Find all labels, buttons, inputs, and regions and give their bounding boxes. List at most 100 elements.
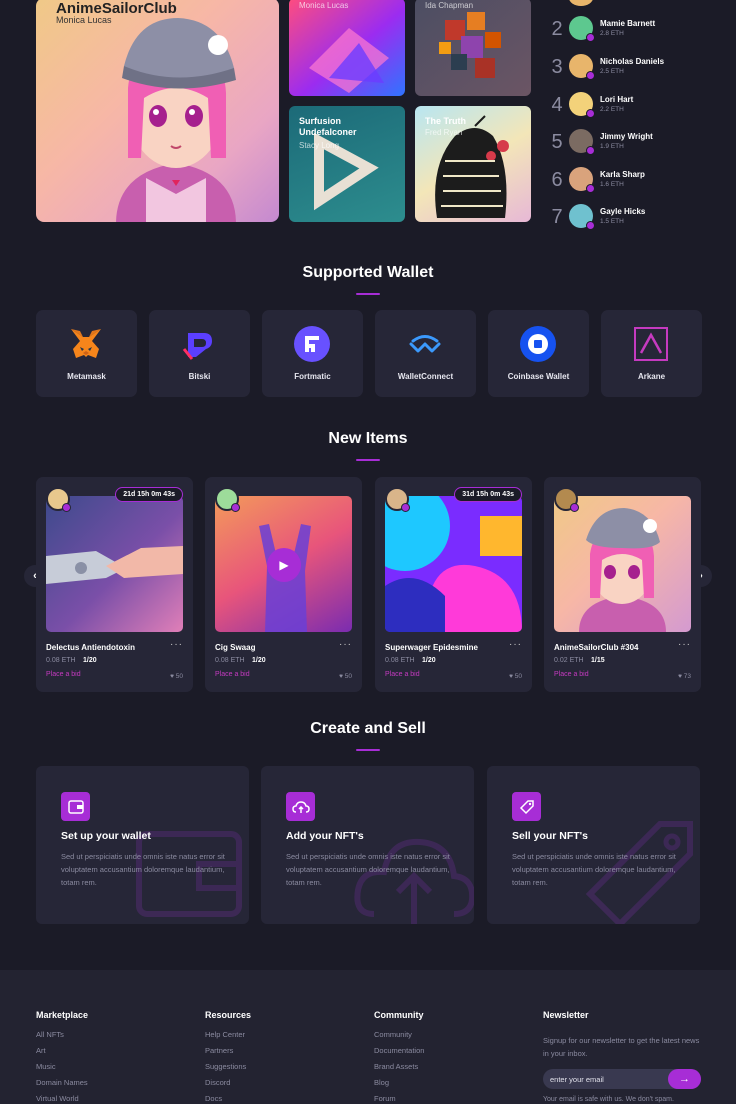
footer-column-marketplace: Marketplace All NFTs Art Music Domain Na… [36, 1010, 88, 1104]
footer-link[interactable]: Community [374, 1030, 424, 1046]
seller-name[interactable]: Karla Sharp [600, 170, 645, 179]
seller-rank-item[interactable]: 7 Gayle Hicks 1.5 ETH [550, 202, 710, 232]
avatar[interactable] [569, 54, 595, 80]
nft-title[interactable]: Delectus Antiendotoxin [46, 643, 135, 652]
footer-link[interactable]: Blog [374, 1078, 424, 1094]
likes[interactable]: ♥ 73 [678, 673, 691, 680]
nft-image[interactable] [46, 496, 183, 632]
hero-tile[interactable]: Monica Lucas [289, 0, 405, 96]
verified-icon [586, 184, 595, 193]
avatar[interactable] [569, 92, 595, 118]
footer-link[interactable]: All NFTs [36, 1030, 88, 1046]
play-button[interactable]: ▶ [267, 548, 301, 582]
step-card-wallet: Set up your wallet Sed ut perspiciatis u… [36, 766, 249, 924]
wallet-fortmatic[interactable]: Fortmatic [262, 310, 363, 397]
avatar[interactable] [215, 487, 240, 512]
avatar[interactable] [569, 0, 593, 6]
place-bid-link[interactable]: Place a bid [46, 671, 81, 678]
seller-eth: 2.8 ETH [600, 30, 624, 37]
wallet-arkane[interactable]: Arkane [601, 310, 702, 397]
avatar[interactable] [385, 487, 410, 512]
newsletter-form: → [543, 1069, 701, 1089]
likes[interactable]: ♥ 50 [339, 673, 352, 680]
wallet-coinbase[interactable]: Coinbase Wallet [488, 310, 589, 397]
step-card-sell-nft: Sell your NFT's Sed ut perspiciatis unde… [487, 766, 700, 924]
footer-link[interactable]: Documentation [374, 1046, 424, 1062]
avatar[interactable] [569, 16, 595, 42]
nft-card[interactable]: AnimeSailorClub #304 ··· 0.02 ETH 1/15 P… [544, 477, 701, 692]
likes-count: 50 [514, 673, 522, 680]
wallet-bitski[interactable]: Bitski [149, 310, 250, 397]
newsletter-note: Your email is safe with us. We don't spa… [543, 1096, 674, 1103]
likes-count: 50 [344, 673, 352, 680]
featured-nft-card[interactable]: AnimeSailorClub Monica Lucas [36, 0, 279, 222]
nft-price: 0.08 ETH [215, 657, 245, 664]
hero-tile-creator[interactable]: Ida Chapman [425, 1, 473, 10]
hero-tile[interactable]: The Truth Fred Ryan [415, 106, 531, 222]
nft-card[interactable]: ▶ Cig Swaag ··· 0.08 ETH 1/20 Place a bi… [205, 477, 362, 692]
wallet-metamask[interactable]: Metamask [36, 310, 137, 397]
wallet-walletconnect[interactable]: WalletConnect [375, 310, 476, 397]
seller-rank-item[interactable]: 6 Karla Sharp 1.6 ETH [550, 165, 710, 195]
more-options-icon[interactable]: ··· [170, 639, 183, 650]
seller-rank-item[interactable]: 4 Lori Hart 2.2 ETH [550, 90, 710, 120]
rank-number: 7 [551, 206, 563, 228]
hero-tile-creator[interactable]: Stacy Long [299, 141, 339, 150]
likes[interactable]: ♥ 50 [509, 673, 522, 680]
seller-rank-item[interactable]: 2 Mamie Barnett 2.8 ETH [550, 14, 710, 44]
avatar[interactable] [569, 167, 595, 193]
seller-rank-item[interactable]: 5 Jimmy Wright 1.9 ETH [550, 127, 710, 157]
more-options-icon[interactable]: ··· [509, 639, 522, 650]
footer-link[interactable]: Art [36, 1046, 88, 1062]
nft-card[interactable]: 31d 15h 0m 43s Superwager Epidesmine ···… [375, 477, 532, 692]
nft-title[interactable]: Superwager Epidesmine [385, 643, 478, 652]
place-bid-link[interactable]: Place a bid [385, 671, 420, 678]
footer-link[interactable]: Music [36, 1062, 88, 1078]
avatar[interactable] [569, 204, 595, 230]
seller-name[interactable]: Gayle Hicks [600, 207, 645, 216]
likes[interactable]: ♥ 50 [170, 673, 183, 680]
footer-link[interactable]: Virtual World [36, 1094, 88, 1104]
hero-tile-creator[interactable]: Fred Ryan [425, 128, 462, 137]
seller-name[interactable]: Lori Hart [600, 95, 633, 104]
seller-name[interactable]: Mamie Barnett [600, 19, 655, 28]
hero-tile-creator[interactable]: Monica Lucas [299, 1, 348, 10]
avatar[interactable] [569, 129, 595, 155]
hero-tile[interactable]: Ida Chapman [415, 0, 531, 96]
seller-name[interactable]: Jimmy Wright [600, 132, 653, 141]
place-bid-link[interactable]: Place a bid [215, 671, 250, 678]
avatar[interactable] [554, 487, 579, 512]
hero-tile-title: Surfusion Undefalconer [299, 116, 357, 137]
nft-card[interactable]: 21d 15h 0m 43s Delectus Antiendotoxin ··… [36, 477, 193, 692]
subscribe-button[interactable]: → [668, 1069, 701, 1089]
email-input[interactable] [550, 1072, 665, 1086]
footer-link[interactable]: Domain Names [36, 1078, 88, 1094]
footer-link[interactable]: Forum [374, 1094, 424, 1104]
nft-title[interactable]: AnimeSailorClub #304 [554, 643, 638, 652]
more-options-icon[interactable]: ··· [678, 639, 691, 650]
avatar[interactable] [46, 487, 71, 512]
more-options-icon[interactable]: ··· [339, 639, 352, 650]
footer-link[interactable]: Brand Assets [374, 1062, 424, 1078]
seller-name[interactable]: Nicholas Daniels [600, 57, 664, 66]
nft-image[interactable] [554, 496, 691, 632]
footer-link[interactable]: Docs [205, 1094, 251, 1104]
footer-link[interactable]: Suggestions [205, 1062, 251, 1078]
footer-link[interactable]: Partners [205, 1046, 251, 1062]
footer-link[interactable]: Help Center [205, 1030, 251, 1046]
seller-rank-item[interactable]: 3 Nicholas Daniels 2.5 ETH [550, 52, 710, 82]
nft-title[interactable]: Cig Swaag [215, 643, 255, 652]
nft-image[interactable]: ▶ [215, 496, 352, 632]
verified-icon [231, 503, 240, 512]
place-bid-link[interactable]: Place a bid [554, 671, 589, 678]
featured-creator[interactable]: Monica Lucas [56, 15, 112, 25]
section-divider [356, 293, 380, 295]
seller-eth: 1.5 ETH [600, 218, 624, 225]
verified-icon [586, 71, 595, 80]
footer-link[interactable]: Discord [205, 1078, 251, 1094]
hero-tile[interactable]: Surfusion Undefalconer Stacy Long [289, 106, 405, 222]
footer-column-newsletter: Newsletter [543, 1010, 589, 1030]
countdown-timer: 21d 15h 0m 43s [115, 487, 183, 502]
verified-icon [401, 503, 410, 512]
nft-image[interactable] [385, 496, 522, 632]
